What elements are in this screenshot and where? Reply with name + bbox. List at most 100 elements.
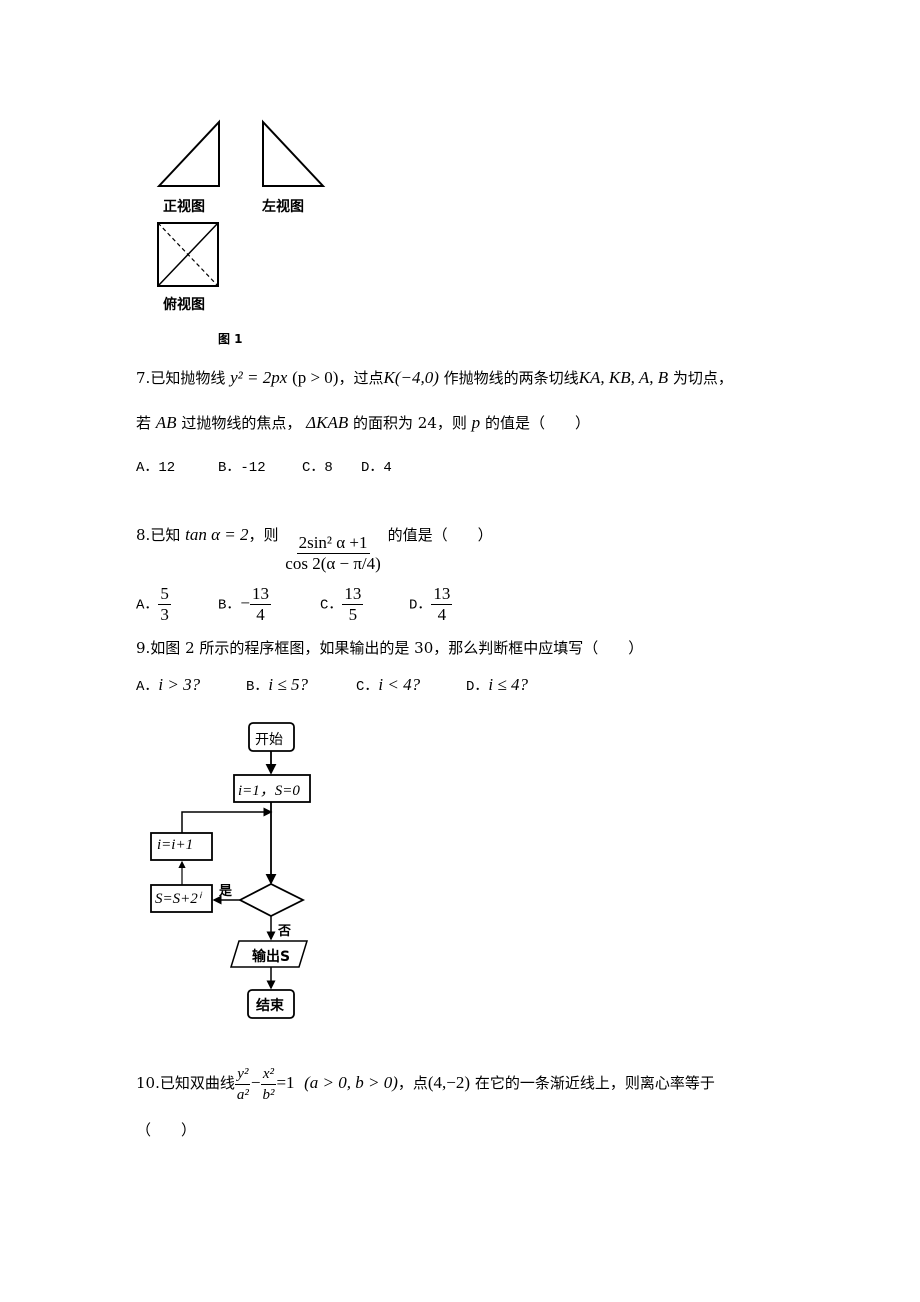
q7-ab: AB [155, 413, 177, 432]
q9-option-a[interactable]: A．i > 3? [136, 675, 246, 697]
q9-option-b-expr: i ≤ 5? [268, 675, 308, 694]
question-8-line-1: 8.已知 tan α = 2，则 2sin² α +1 cos 2(α − π/… [136, 500, 493, 573]
q8-option-d-label: D． [409, 597, 432, 614]
q8-option-c-num: 13 [342, 584, 364, 605]
flowchart-figure-2 [150, 722, 311, 1019]
flowchart-increment-label: i=i+1 [157, 837, 194, 853]
flowchart-no-label: 否 [278, 924, 292, 939]
top-view-label: 俯视图 [163, 297, 205, 313]
q8-option-a-num: 5 [158, 584, 171, 605]
q8-option-b-label: B． [218, 597, 241, 614]
q9-option-d-label: D． [466, 679, 489, 695]
q10-fraction-y-num: y² [235, 1064, 251, 1085]
q10-text-a: 已知双曲线 [159, 1074, 235, 1092]
q9-option-d[interactable]: D．i ≤ 4? [466, 675, 528, 697]
q8-denominator: cos 2(α − π/4) [285, 554, 381, 573]
flowchart-accumulate-label: S=S+2ⁱ [155, 891, 201, 907]
q8-option-c[interactable]: C． 13 5 [320, 584, 409, 625]
q8-option-a[interactable]: A． 5 3 [136, 584, 218, 625]
q8-option-b[interactable]: B．− 13 4 [218, 584, 320, 625]
flowchart-decision-diamond [238, 882, 306, 918]
q10-fraction-y-den: a² [236, 1086, 249, 1103]
q7-line2-c: 的面积为 24，则 [353, 414, 467, 432]
q8-expression-fraction: 2sin² α +1 cos 2(α − π/4) [283, 533, 383, 574]
q7-text-b: ，过点 [338, 369, 384, 387]
figure-1-caption: 图 1 [218, 332, 243, 346]
question-10-line-1: 10.已知双曲线 y² a² − x² b² =1 (a > 0, b > 0)，点(4,−… [136, 1064, 715, 1105]
q9-option-a-label: A． [136, 679, 159, 695]
q10-text-b: ，点 [397, 1074, 428, 1092]
question-7-line-2: 若 AB 过抛物线的焦点， ΔKAB 的面积为 24，则 p 的值是（ ） [136, 413, 590, 433]
q8-option-a-fraction: 53 [158, 584, 171, 625]
q7-option-a[interactable]: A．12 [136, 458, 218, 478]
q8-text-b: ，则 [248, 526, 279, 544]
q7-triangle: ΔKAB [306, 413, 349, 432]
side-view-label: 左视图 [262, 199, 304, 215]
q7-condition: (p > 0) [292, 368, 339, 387]
q10-fraction-x-num: x² [260, 1064, 277, 1085]
q8-text-c: 的值是（ ） [387, 526, 493, 544]
q8-option-d-num: 13 [431, 584, 453, 605]
q8-option-d-den: 4 [437, 605, 447, 624]
flowchart-loop-line [181, 807, 273, 833]
q8-option-b-sign: − [240, 593, 250, 613]
q10-text-c: 在它的一条渐近线上，则离心率等于 [474, 1074, 715, 1092]
q9-option-c-label: C． [356, 679, 379, 695]
side-view-triangle [262, 119, 326, 187]
q10-eq-rest: =1 [276, 1073, 295, 1092]
question-9-options: A．i > 3? B．i ≤ 5? C．i < 4? D．i ≤ 4? [136, 675, 528, 697]
q9-option-b-label: B． [246, 679, 269, 695]
q7-option-c[interactable]: C．8 [302, 458, 361, 478]
q8-option-a-den: 3 [160, 605, 169, 624]
q7-point-k: K(−4,0) [383, 368, 439, 387]
question-7-line-1: 7.已知抛物线 y² = 2px (p > 0)，过点K(−4,0) 作抛物线的… [136, 368, 733, 388]
q7-tangent-lines: KA, KB, A, B [578, 368, 669, 387]
q9-option-a-expr: i > 3? [158, 675, 201, 694]
q7-option-d[interactable]: D．4 [361, 458, 392, 478]
flowchart-yes-label: 是 [219, 884, 233, 899]
q7-text-c: 作抛物线的两条切线 [443, 369, 579, 387]
q10-fraction-x-den: b² [262, 1086, 275, 1103]
q10-fraction-x: x² b² [260, 1064, 277, 1105]
q9-option-b[interactable]: B．i ≤ 5? [246, 675, 356, 697]
q7-line2-d: 的值是（ ） [484, 414, 590, 432]
front-view-triangle [156, 119, 220, 187]
flowchart-init-label: i=1，S=0 [238, 783, 300, 799]
q8-option-d[interactable]: D． 13 4 [409, 584, 453, 625]
q8-option-b-num: 13 [250, 584, 271, 605]
q8-tan-equation: tan α = 2 [185, 525, 249, 544]
question-7-options: A．12 B．-12 C．8 D．4 [136, 458, 392, 478]
q8-option-b-den: 4 [256, 605, 265, 624]
q10-point: (4,−2) [427, 1073, 471, 1092]
q7-p: p [471, 413, 481, 432]
flowchart-start-label: 开始 [255, 732, 283, 748]
q7-option-b[interactable]: B．-12 [218, 458, 302, 478]
q8-option-c-fraction: 13 5 [342, 584, 364, 625]
q8-option-c-den: 5 [348, 605, 358, 624]
q8-numerator: 2sin² α +1 [296, 533, 370, 554]
q7-text-a: 已知抛物线 [150, 369, 226, 387]
q7-line2-a: 若 [136, 414, 152, 432]
question-8-options: A． 5 3 B．− 13 4 C． 13 5 D． 13 4 [136, 584, 453, 625]
q10-condition: (a > 0, b > 0) [304, 1073, 398, 1092]
q9-option-c-expr: i < 4? [378, 675, 421, 694]
front-view-label: 正视图 [163, 199, 205, 215]
q8-option-c-label: C． [320, 597, 343, 614]
flowchart-end-label: 结束 [256, 998, 284, 1014]
q8-option-a-label: A． [136, 597, 159, 614]
flowchart-output-label: 输出S [252, 949, 291, 965]
question-9-text: 9.如图 2 所示的程序框图，如果输出的是 30，那么判断框中应填写（ ） [136, 639, 644, 657]
q8-text-a: 已知 [150, 526, 181, 544]
q7-line2-b: 过抛物线的焦点， [181, 414, 302, 432]
q7-number: 7. [136, 369, 151, 387]
q10-number: 10. [136, 1074, 160, 1092]
q7-text-d: 为切点， [672, 369, 733, 387]
q10-fraction-y: y² a² [235, 1064, 251, 1105]
q8-option-d-fraction: 13 4 [431, 584, 453, 625]
q9-option-d-expr: i ≤ 4? [488, 675, 528, 694]
q8-number: 8. [136, 526, 151, 544]
q7-parabola-equation: y² = 2px [230, 368, 288, 387]
question-10-line-2: （ ） [136, 1121, 197, 1139]
q8-option-b-fraction: 13 4 [250, 584, 271, 625]
q9-option-c[interactable]: C．i < 4? [356, 675, 466, 697]
